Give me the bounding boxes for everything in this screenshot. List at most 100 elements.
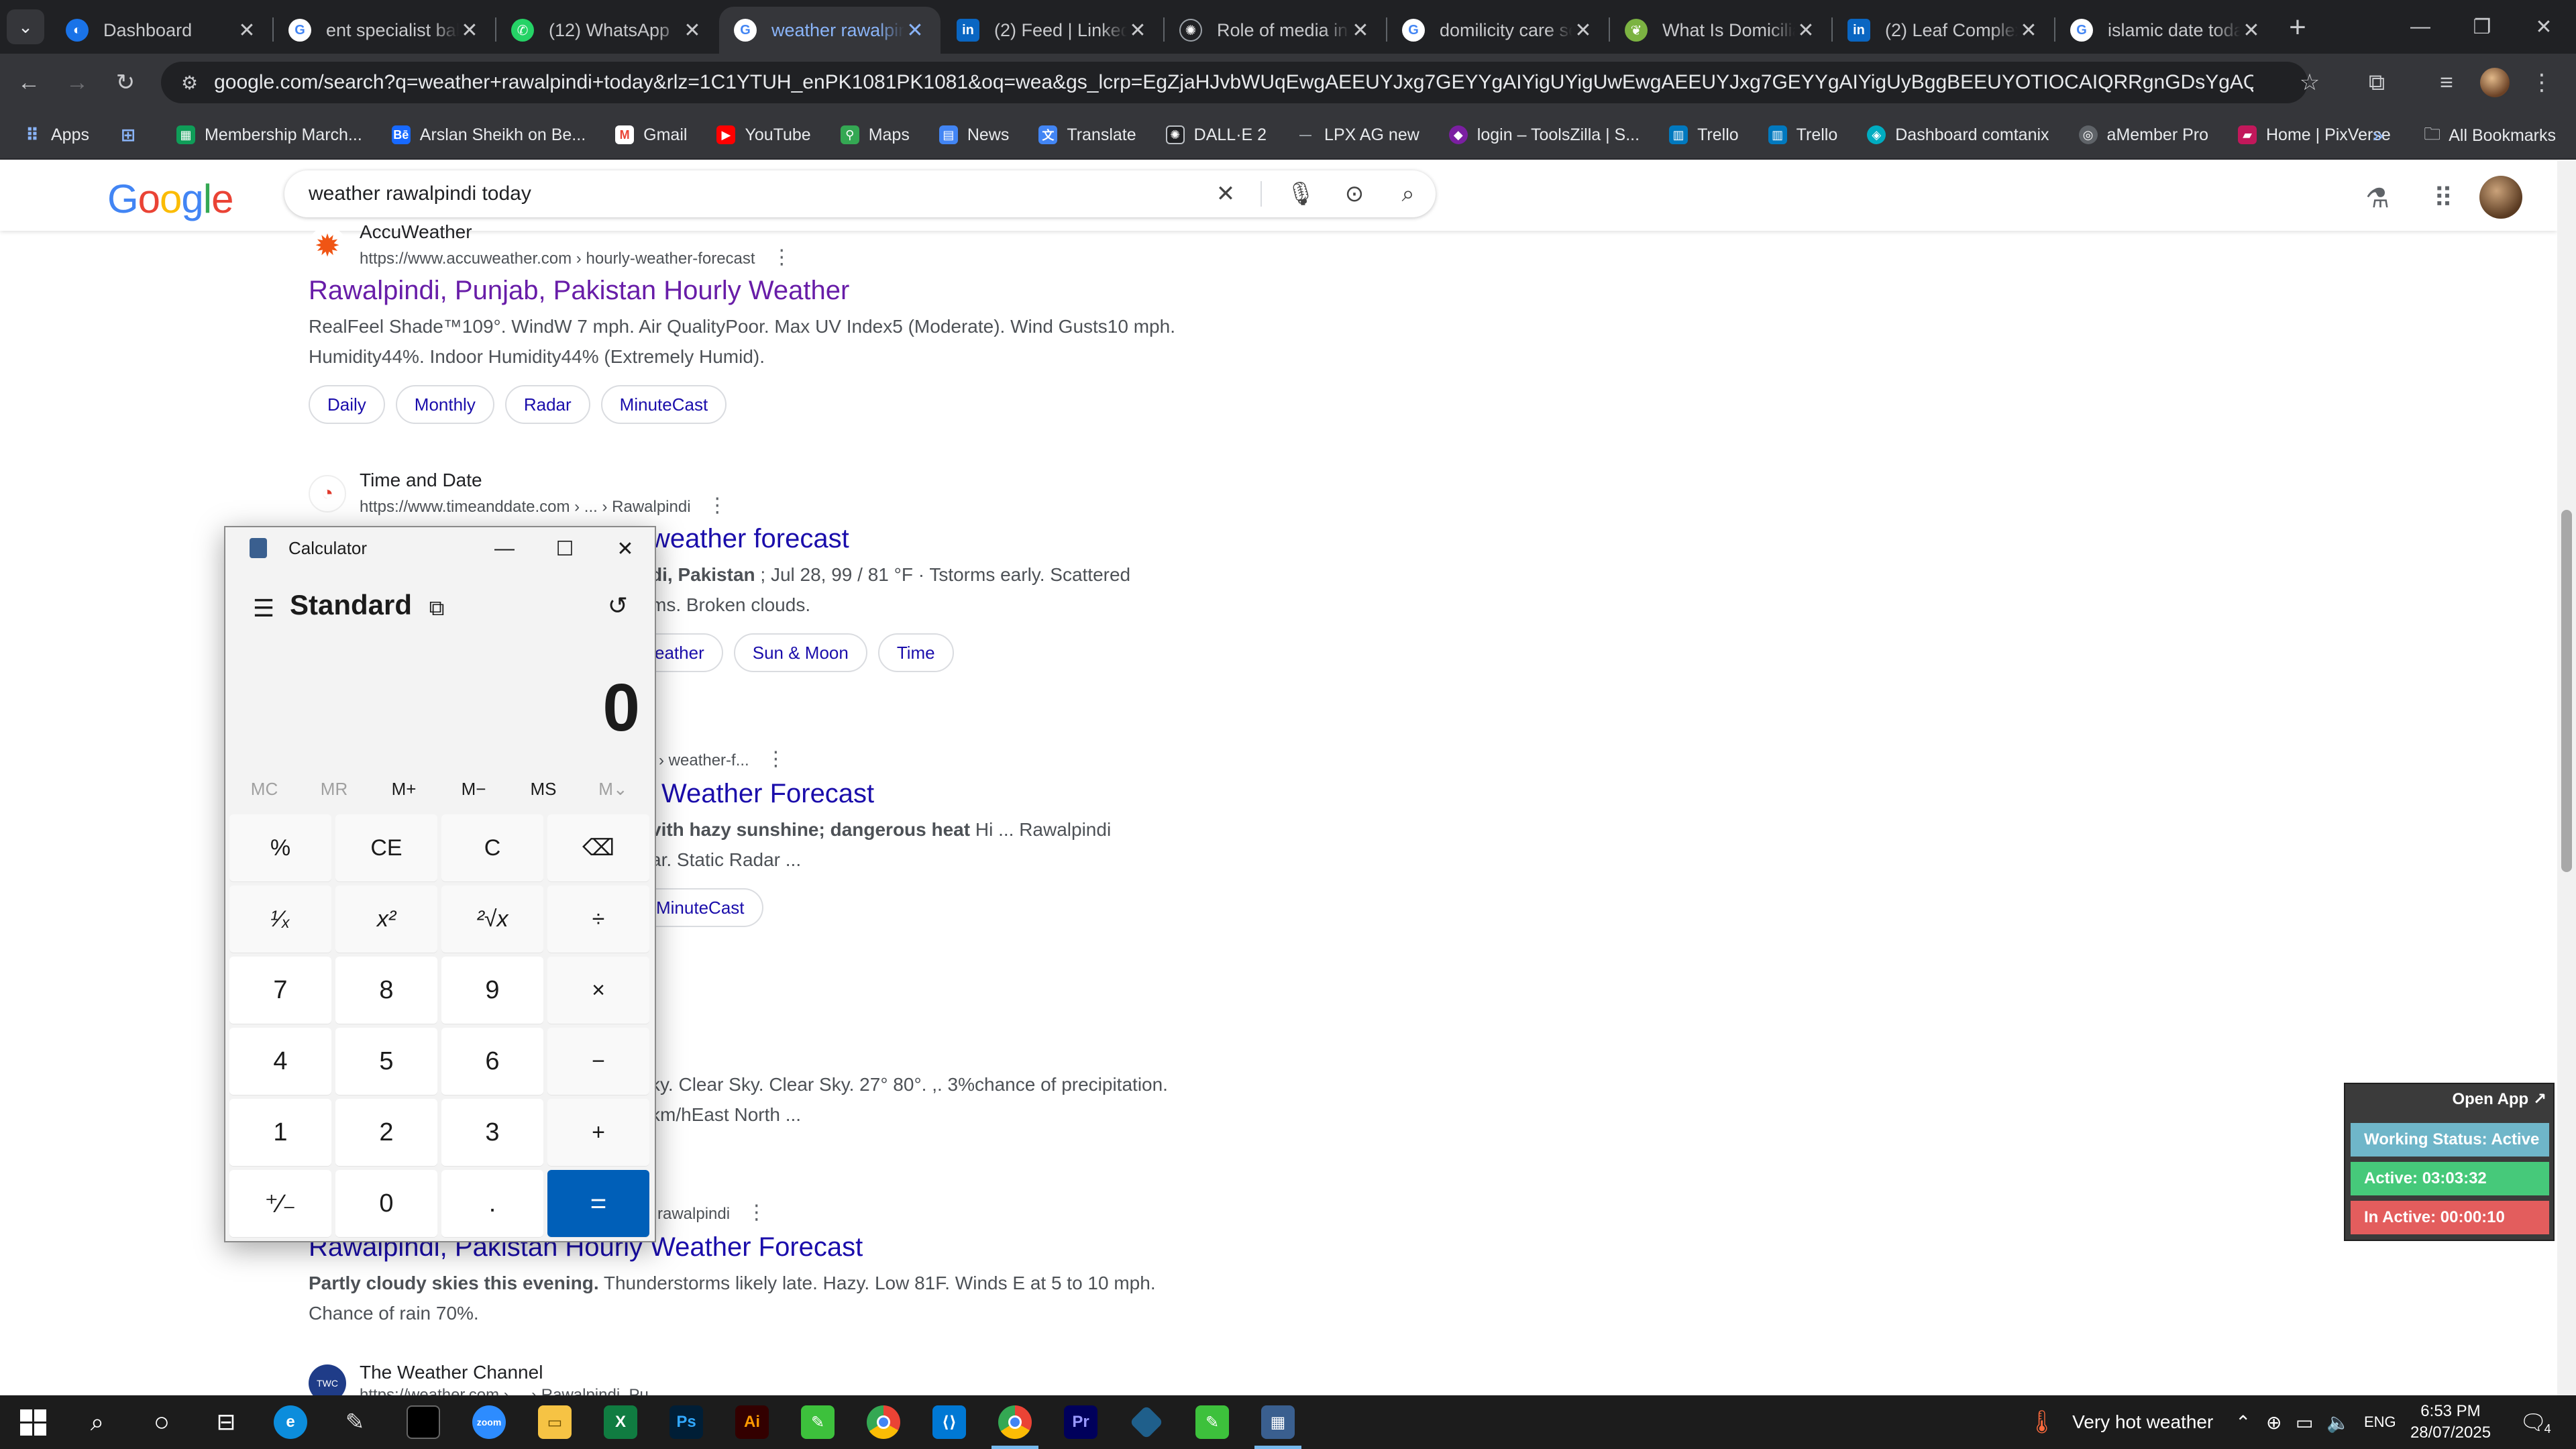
bookmarks-overflow-chevron-icon[interactable]: » — [2373, 124, 2384, 147]
taskbar-file-explorer[interactable]: ▭ — [522, 1395, 588, 1449]
reload-icon[interactable]: ↻ — [106, 63, 145, 102]
google-logo[interactable]: Google — [107, 176, 234, 222]
bookmark-news[interactable]: ▤ News — [938, 125, 1009, 145]
negate-button[interactable]: ⁺⁄₋ — [229, 1170, 331, 1237]
taskbar-photoshop[interactable]: Ps — [653, 1395, 719, 1449]
close-tab-icon[interactable]: ✕ — [682, 19, 703, 42]
memory-add-button[interactable]: M+ — [370, 774, 437, 804]
more-options-icon[interactable]: ⋮ — [747, 1201, 767, 1224]
clear-button[interactable]: C — [441, 814, 543, 881]
digit-5-button[interactable]: 5 — [335, 1028, 437, 1095]
volume-icon[interactable]: 🔈 — [2326, 1395, 2350, 1449]
digit-8-button[interactable]: 8 — [335, 957, 437, 1024]
page-scrollbar[interactable] — [2557, 161, 2576, 1395]
digit-3-button[interactable]: 3 — [441, 1099, 543, 1166]
more-options-icon[interactable]: ⋮ — [771, 246, 792, 268]
google-lens-icon[interactable]: ⊙ — [1331, 170, 1378, 217]
cortana-circle-icon[interactable]: ○ — [129, 1395, 195, 1449]
digit-4-button[interactable]: 4 — [229, 1028, 331, 1095]
clear-search-icon[interactable]: ✕ — [1202, 170, 1249, 217]
taskbar-calculator[interactable]: ▦ — [1245, 1395, 1311, 1449]
calc-maximize-icon[interactable]: ☐ — [538, 531, 592, 566]
divide-button[interactable]: ÷ — [547, 885, 649, 953]
close-tab-icon[interactable]: ✕ — [236, 19, 258, 42]
digit-1-button[interactable]: 1 — [229, 1099, 331, 1166]
taskbar-premiere[interactable]: Pr — [1048, 1395, 1114, 1449]
bookmark-lpx[interactable]: — LPX AG new — [1296, 125, 1419, 145]
chip-minutecast[interactable]: MinuteCast — [600, 385, 727, 424]
chip-monthly[interactable]: Monthly — [395, 385, 494, 424]
bookmark-youtube[interactable]: ▶ YouTube — [716, 125, 811, 145]
bookmark-trello[interactable]: ▥ Trello — [1669, 125, 1739, 145]
result-title-link[interactable]: Rawalpindi, Punjab, Pakistan Hourly Weat… — [309, 276, 1181, 306]
result-url[interactable]: https://www.timeanddate.com › ... › Rawa… — [360, 494, 727, 517]
network-vpn-icon[interactable]: ⊕ — [2266, 1395, 2282, 1449]
close-tab-icon[interactable]: ✕ — [904, 19, 926, 42]
bookmark-pixverse[interactable]: ▰ Home | PixVerse — [2238, 125, 2391, 145]
clear-entry-button[interactable]: CE — [335, 814, 437, 881]
new-tab-plus-icon[interactable]: + — [2281, 12, 2314, 46]
notification-center-icon[interactable]: 🗨 4 — [2520, 1395, 2551, 1449]
tab-ent-specialist[interactable]: G ent specialist bahria ✕ — [274, 7, 495, 54]
digit-6-button[interactable]: 6 — [441, 1028, 543, 1095]
bookmark-gmail[interactable]: M Gmail — [615, 125, 687, 145]
close-tab-icon[interactable]: ✕ — [1572, 19, 1594, 42]
bookmark-dalle[interactable]: ✺ DALL·E 2 — [1165, 125, 1267, 145]
multiply-button[interactable]: × — [547, 957, 649, 1024]
equals-button[interactable]: = — [547, 1170, 649, 1237]
decimal-button[interactable]: . — [441, 1170, 543, 1237]
google-apps-grid-icon[interactable]: ⠿ — [2423, 178, 2463, 219]
tray-overflow-chevron-icon[interactable]: ⌃ — [2235, 1395, 2251, 1449]
taskbar-terminal[interactable] — [390, 1395, 456, 1449]
bookmark-maps[interactable]: ⚲ Maps — [840, 125, 910, 145]
scrollbar-thumb[interactable] — [2561, 510, 2572, 872]
taskbar-chrome-active[interactable] — [982, 1395, 1048, 1449]
labs-flask-icon[interactable]: ⚗ — [2357, 178, 2398, 219]
memory-subtract-button[interactable]: M− — [440, 774, 507, 804]
search-icon[interactable]: ⌕ — [1385, 170, 1432, 217]
digit-0-button[interactable]: 0 — [335, 1170, 437, 1237]
taskbar-zoom[interactable]: zoom — [456, 1395, 522, 1449]
taskbar-diamond-app[interactable] — [1114, 1395, 1179, 1449]
system-clock[interactable]: 6:53 PM 28/07/2025 — [2407, 1401, 2494, 1444]
backspace-button[interactable]: ⌫ — [547, 814, 649, 881]
hamburger-menu-icon[interactable]: ☰ — [247, 592, 280, 625]
tab-search-button[interactable]: ⌄ — [7, 9, 44, 44]
close-tab-icon[interactable]: ✕ — [1350, 19, 1371, 42]
tab-what-is-domicilia[interactable]: ❦ What Is Domicilia ✕ — [1610, 7, 1831, 54]
back-arrow-icon[interactable]: ← — [9, 63, 48, 102]
task-view-icon[interactable]: ⊟ — [193, 1395, 259, 1449]
chip-radar[interactable]: Radar — [504, 385, 590, 424]
all-bookmarks[interactable]: » 🗀 All Bookmarks — [2373, 111, 2556, 160]
close-tab-icon[interactable]: ✕ — [459, 19, 480, 42]
taskbar-chrome[interactable] — [851, 1395, 916, 1449]
percent-button[interactable]: % — [229, 814, 331, 881]
close-tab-icon[interactable]: ✕ — [1795, 19, 1817, 42]
media-controls-icon[interactable]: ≡ — [2427, 63, 2466, 102]
close-tab-icon[interactable]: ✕ — [2018, 19, 2039, 42]
restore-window-icon[interactable]: ❐ — [2451, 0, 2513, 54]
tab-leaf-complex[interactable]: in (2) Leaf Complex ✕ — [1833, 7, 2054, 54]
add-button[interactable]: + — [547, 1099, 649, 1166]
bookmark-amember[interactable]: ◎ aMember Pro — [2078, 125, 2208, 145]
bookmark-comtanix[interactable]: ◈ Dashboard comtanix — [1867, 125, 2049, 145]
weather-widget[interactable]: 🌡 Very hot weather — [2027, 1395, 2213, 1449]
search-query[interactable]: weather rawalpindi today — [309, 182, 531, 205]
forward-arrow-icon[interactable]: → — [58, 63, 97, 102]
microphone-icon[interactable]: 🎙 — [1277, 170, 1324, 217]
close-tab-icon[interactable]: ✕ — [1127, 19, 1148, 42]
address-bar[interactable]: ⚙ google.com/search?q=weather+rawalpindi… — [161, 62, 2308, 103]
chip-time[interactable]: Time — [877, 633, 954, 672]
bookmark-trello-2[interactable]: ▥ Trello — [1768, 125, 1837, 145]
tab-weather-rawalpindi[interactable]: G weather rawalpindi today ✕ — [719, 7, 941, 54]
result-url[interactable]: https://www.accuweather.com › hourly-wea… — [360, 246, 792, 269]
start-button[interactable] — [0, 1395, 66, 1449]
browser-menu-icon[interactable]: ⋮ — [2522, 63, 2561, 102]
minimize-window-icon[interactable]: — — [2390, 0, 2451, 54]
tab-linkedin-feed[interactable]: in (2) Feed | LinkedIn ✕ — [942, 7, 1163, 54]
taskbar-green-app[interactable]: ✎ — [785, 1395, 851, 1449]
calculator-titlebar[interactable]: Calculator — ☐ ✕ — [225, 527, 655, 570]
chip-sun-moon[interactable]: Sun & Moon — [733, 633, 867, 672]
chip-weather[interactable]: eather — [651, 633, 723, 672]
tab-domicility-care[interactable]: G domilicity care se ✕ — [1387, 7, 1609, 54]
